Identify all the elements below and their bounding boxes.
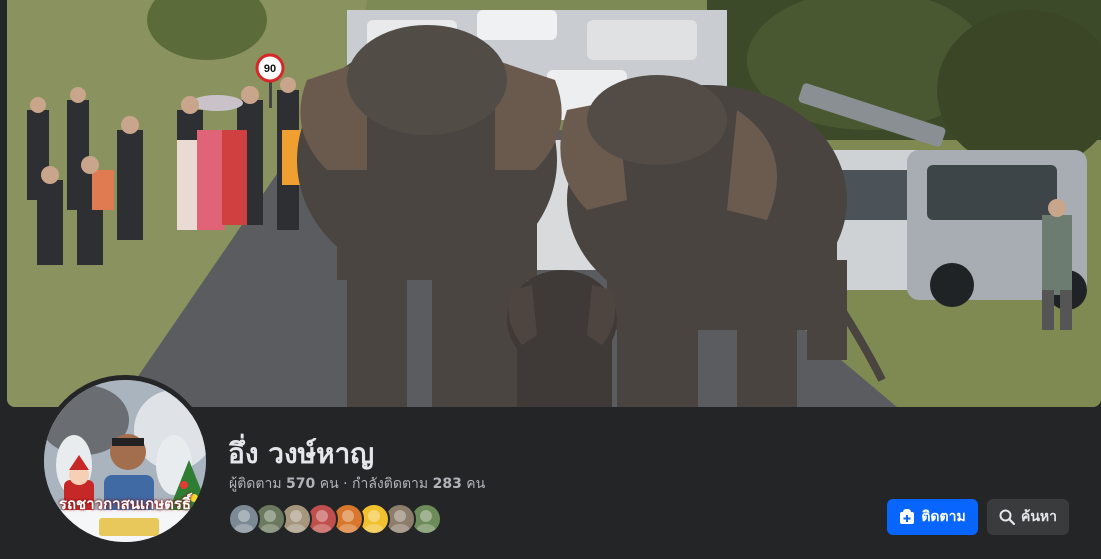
- following-label: กำลังติดตาม: [352, 476, 429, 492]
- cover-photo[interactable]: 90: [7, 0, 1101, 407]
- follower-avatar[interactable]: [228, 503, 260, 535]
- add-friend-icon: [899, 509, 915, 525]
- profile-stats: ผู้ติดตาม 570 คน · กำลังติดตาม 283 คน: [229, 473, 485, 495]
- search-button[interactable]: ค้นหา: [987, 499, 1069, 535]
- followers-link[interactable]: ผู้ติดตาม 570 คน: [229, 476, 339, 492]
- follower-avatars: [228, 503, 442, 535]
- follow-label: ติดตาม: [921, 509, 966, 525]
- following-unit: คน: [466, 476, 486, 492]
- search-icon: [999, 509, 1015, 525]
- followers-unit: คน: [319, 476, 339, 492]
- avatar-caption: รถชาวกาสนเกษตรธิ์: [58, 496, 192, 513]
- followers-count: 570: [286, 476, 316, 492]
- following-count: 283: [432, 476, 462, 492]
- followers-label: ผู้ติดตาม: [229, 476, 282, 492]
- following-link[interactable]: กำลังติดตาม 283 คน: [352, 476, 485, 492]
- stats-separator: ·: [338, 476, 353, 492]
- profile-avatar[interactable]: รถชาวกาสนเกษตรธิ์: [44, 380, 206, 542]
- road-sign-text: 90: [264, 63, 276, 75]
- profile-name: อึ่ง วงษ์หาญ: [228, 437, 375, 470]
- search-label: ค้นหา: [1020, 509, 1058, 525]
- follow-button[interactable]: ติดตาม: [887, 499, 978, 535]
